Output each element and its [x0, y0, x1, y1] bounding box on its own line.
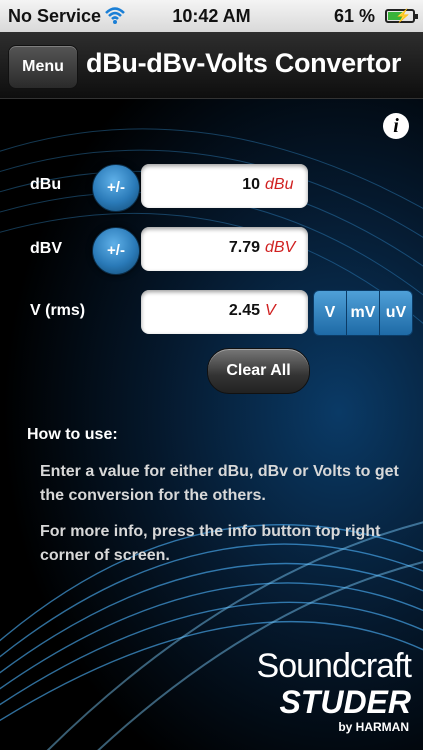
info-icon[interactable]: i	[383, 113, 409, 139]
vrms-label: V (rms)	[30, 302, 86, 319]
vrms-input[interactable]: 2.45 V	[141, 290, 308, 334]
dbu-sign-toggle-button[interactable]: +/-	[92, 164, 140, 212]
unit-v-button[interactable]: V	[314, 291, 346, 335]
unit-mv-button[interactable]: mV	[346, 291, 379, 335]
vrms-unit: V	[265, 302, 276, 319]
dbv-input[interactable]: 7.79 dBV	[141, 227, 308, 271]
dbv-value: 7.79	[228, 239, 260, 256]
clear-all-button[interactable]: Clear All	[207, 348, 310, 394]
dbu-unit: dBu	[265, 176, 294, 193]
unit-uv-button[interactable]: uV	[379, 291, 412, 335]
status-bar: No Service 10:42 AM 61 % ⚡	[0, 0, 423, 32]
battery-charging-icon: ⚡	[385, 8, 418, 23]
dbu-input[interactable]: 10 dBu	[141, 164, 308, 208]
nav-bar: Menu dBu-dBv-Volts Convertor	[0, 32, 423, 99]
app-screen: No Service 10:42 AM 61 % ⚡ Menu dBu-dBv-…	[0, 0, 423, 750]
dbu-label: dBu	[30, 176, 62, 193]
voltage-unit-selector: V mV uV	[313, 290, 413, 336]
studer-logo: STUDER	[279, 684, 411, 720]
dbu-value: 10	[242, 176, 260, 193]
how-to-title: How to use:	[27, 426, 118, 443]
menu-button[interactable]: Menu	[8, 45, 78, 89]
how-to-paragraph: For more info, press the info button top…	[40, 523, 381, 564]
vrms-value: 2.45	[228, 302, 260, 319]
dbv-unit: dBV	[265, 239, 296, 256]
harman-logo: by HARMAN	[338, 720, 409, 734]
soundcraft-logo: Soundcraft	[256, 647, 412, 685]
dbv-sign-toggle-button[interactable]: +/-	[92, 227, 140, 275]
how-to-paragraph: Enter a value for either dBu, dBv or Vol…	[40, 463, 399, 504]
battery-percent: 61 %	[333, 6, 375, 26]
dbv-label: dBV	[30, 240, 62, 257]
page-title: dBu-dBv-Volts Convertor	[86, 48, 402, 78]
